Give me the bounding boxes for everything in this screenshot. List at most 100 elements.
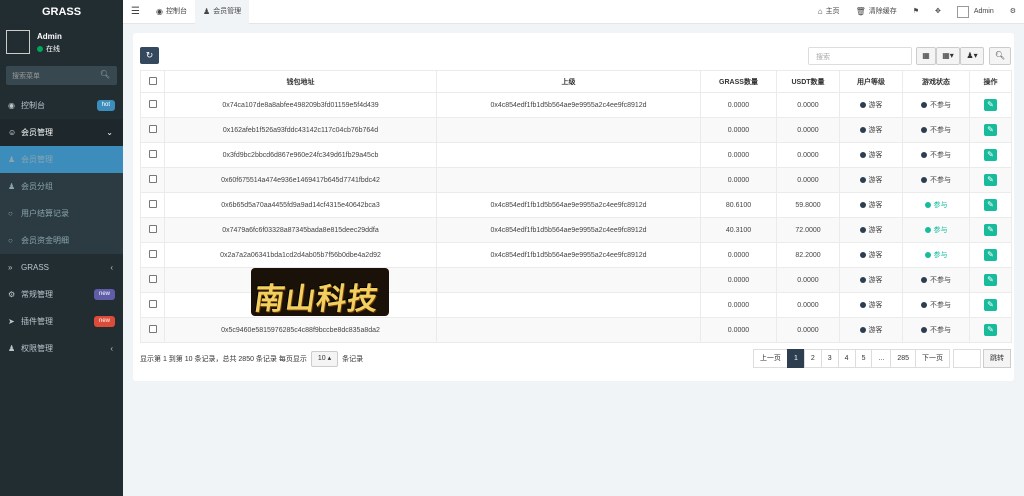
row-checkbox[interactable] [148, 275, 157, 283]
edit-button[interactable]: ✎ [984, 199, 997, 211]
sidebar-item-dashboard[interactable]: ◉ 控制台 hot [0, 92, 123, 119]
row-select-cell[interactable] [140, 317, 165, 343]
page-button[interactable]: 285 [890, 349, 916, 368]
menu-toggle-icon[interactable]: ☰ [123, 0, 148, 24]
header-parent[interactable]: 上级 [436, 70, 701, 93]
row-select-cell[interactable] [140, 192, 165, 218]
sidebar-item-fund-details[interactable]: ○ 会员资金明细 [0, 227, 123, 254]
page-button[interactable]: 3 [820, 349, 839, 368]
home-link[interactable]: ⌂ 主页 [810, 0, 848, 24]
edit-button[interactable]: ✎ [984, 274, 997, 286]
row-select-cell[interactable] [140, 217, 165, 243]
page-size-dropdown[interactable]: 10 ▴ [310, 351, 339, 367]
table-row[interactable]: 0x3fd9bc2bbcd6d867e960e24fc349d61fb29a45… [140, 142, 1012, 168]
row-checkbox[interactable] [148, 150, 157, 158]
table-row[interactable]: 0x162afeb1f526a93fddc43142c117c04cb76b76… [140, 117, 1012, 143]
sidebar-item-settlement-records[interactable]: ○ 用户结算记录 [0, 200, 123, 227]
page-button[interactable]: 2 [803, 349, 822, 368]
header-grass[interactable]: GRASS数量 [700, 70, 777, 93]
next-page-button[interactable]: 下一页 [915, 349, 950, 368]
sidebar-search-input[interactable]: 搜索菜单 🔍︎ [6, 66, 117, 85]
home-icon: ⌂ [817, 6, 823, 16]
page-jump-input[interactable] [953, 349, 981, 368]
toggle-view-button[interactable]: ▦ [916, 47, 936, 65]
table-row[interactable]: 0x7479a6fc6f03328a87345bada8e815deec29dd… [140, 217, 1012, 243]
table-row[interactable]: 0x2a7a2a06341bda1cd2d4ab05b7f56b0dbe4a2d… [140, 242, 1012, 268]
edit-button[interactable]: ✎ [984, 224, 997, 236]
table-row[interactable]: 0x5c9460e5815976285c4c88f9bccbe8dc835a8d… [140, 317, 1012, 343]
refresh-button[interactable]: ↻ [140, 47, 159, 64]
home-label: 主页 [825, 7, 840, 15]
status-label: 参与 [933, 227, 948, 234]
tab-member-management[interactable]: ♟ 会员管理 [194, 0, 250, 24]
row-select-cell[interactable] [140, 267, 165, 293]
row-checkbox[interactable] [148, 325, 157, 333]
app-logo[interactable]: GRASS [0, 0, 123, 24]
row-checkbox[interactable] [148, 250, 157, 258]
table-row[interactable]: 0x74ca107de8a8abfee498209b3fd01159e5f4d4… [140, 92, 1012, 118]
sidebar-item-permissions[interactable]: ♟ 权限管理 ‹ [0, 335, 123, 362]
table-row[interactable]: 0x6b65d5a70aa4455fd9a9ad14cf4315e40642bc… [140, 192, 1012, 218]
page-button[interactable]: 4 [837, 349, 856, 368]
gears-icon: ⚙ [8, 290, 16, 299]
edit-button[interactable]: ✎ [984, 99, 997, 111]
actions-cell: ✎ [969, 217, 1012, 243]
edit-button[interactable]: ✎ [984, 174, 997, 186]
select-all-checkbox[interactable] [148, 76, 157, 85]
sidebar-item-member-management[interactable]: ☺ 会员管理 ⌄ [0, 119, 123, 146]
pencil-icon: ✎ [987, 250, 994, 259]
row-checkbox[interactable] [148, 100, 157, 108]
sidebar-item-general[interactable]: ⚙ 常规管理 new [0, 281, 123, 308]
edit-button[interactable]: ✎ [984, 249, 997, 261]
page-button[interactable]: 1 [786, 349, 805, 368]
admin-menu[interactable]: Admin [949, 0, 1002, 24]
columns-dropdown[interactable]: ▦▾ [936, 47, 960, 65]
wallet-cell: 0x2a7a2a06341bda1cd2d4ab05b7f56b0dbe4a2d… [164, 242, 437, 268]
row-select-cell[interactable] [140, 142, 165, 168]
edit-button[interactable]: ✎ [984, 299, 997, 311]
row-select-cell[interactable] [140, 242, 165, 268]
search-button[interactable]: 🔍︎ [989, 47, 1011, 65]
sidebar-item-plugins[interactable]: ➤ 插件管理 new [0, 308, 123, 335]
translate-icon[interactable]: ⚑ [905, 0, 927, 24]
sidebar-item-member-group[interactable]: ♟ 会员分组 [0, 173, 123, 200]
fullscreen-icon[interactable]: ✥ [927, 0, 949, 24]
edit-button[interactable]: ✎ [984, 149, 997, 161]
row-select-cell[interactable] [140, 167, 165, 193]
page-button[interactable]: 5 [854, 349, 873, 368]
prev-page-button[interactable]: 上一页 [752, 349, 788, 368]
header-game-status[interactable]: 游戏状态 [902, 70, 970, 93]
header-wallet[interactable]: 钱包地址 [164, 70, 437, 93]
table-search-input[interactable]: 搜索 [808, 47, 912, 65]
row-select-cell[interactable] [140, 92, 165, 118]
row-checkbox[interactable] [148, 225, 157, 233]
search-icon[interactable]: 🔍︎ [100, 70, 110, 79]
tab-dashboard[interactable]: ◉ 控制台 [148, 0, 195, 24]
header-actions: 操作 [969, 70, 1012, 93]
row-checkbox[interactable] [148, 200, 157, 208]
parent-cell: 0x4c854edf1fb1d5b564ae9e9955a2c4ee9fc891… [436, 217, 701, 243]
status-dot-icon [924, 202, 931, 208]
user-name: Admin [37, 32, 62, 41]
clear-cache-button[interactable]: 🗑︎ 清除缓存 [848, 0, 905, 24]
page-jump-button[interactable]: 跳转 [983, 349, 1011, 368]
gears-icon[interactable]: ⚙ [1002, 0, 1024, 24]
export-dropdown[interactable]: ♟▾ [960, 47, 984, 65]
row-select-cell[interactable] [140, 117, 165, 143]
header-usdt[interactable]: USDT数量 [776, 70, 840, 93]
row-checkbox[interactable] [148, 175, 157, 183]
row-select-cell[interactable] [140, 292, 165, 318]
sidebar-item-grass[interactable]: » GRASS ‹ [0, 254, 123, 281]
select-all-header[interactable] [140, 70, 165, 93]
pencil-icon: ✎ [987, 275, 994, 284]
header-level[interactable]: 用户等级 [839, 70, 903, 93]
table-row[interactable]: 0x60f675514a474e936e1469417b645d7741fbdc… [140, 167, 1012, 193]
game-status-cell: 参与 [902, 192, 970, 218]
wallet-cell: 0x6b65d5a70aa4455fd9a9ad14cf4315e40642bc… [164, 192, 437, 218]
row-checkbox[interactable] [148, 125, 157, 133]
sidebar-item-members[interactable]: ♟ 会员管理 [0, 146, 123, 173]
edit-button[interactable]: ✎ [984, 124, 997, 136]
level-cell: 游客 [839, 242, 903, 268]
row-checkbox[interactable] [148, 300, 157, 308]
edit-button[interactable]: ✎ [984, 324, 997, 336]
